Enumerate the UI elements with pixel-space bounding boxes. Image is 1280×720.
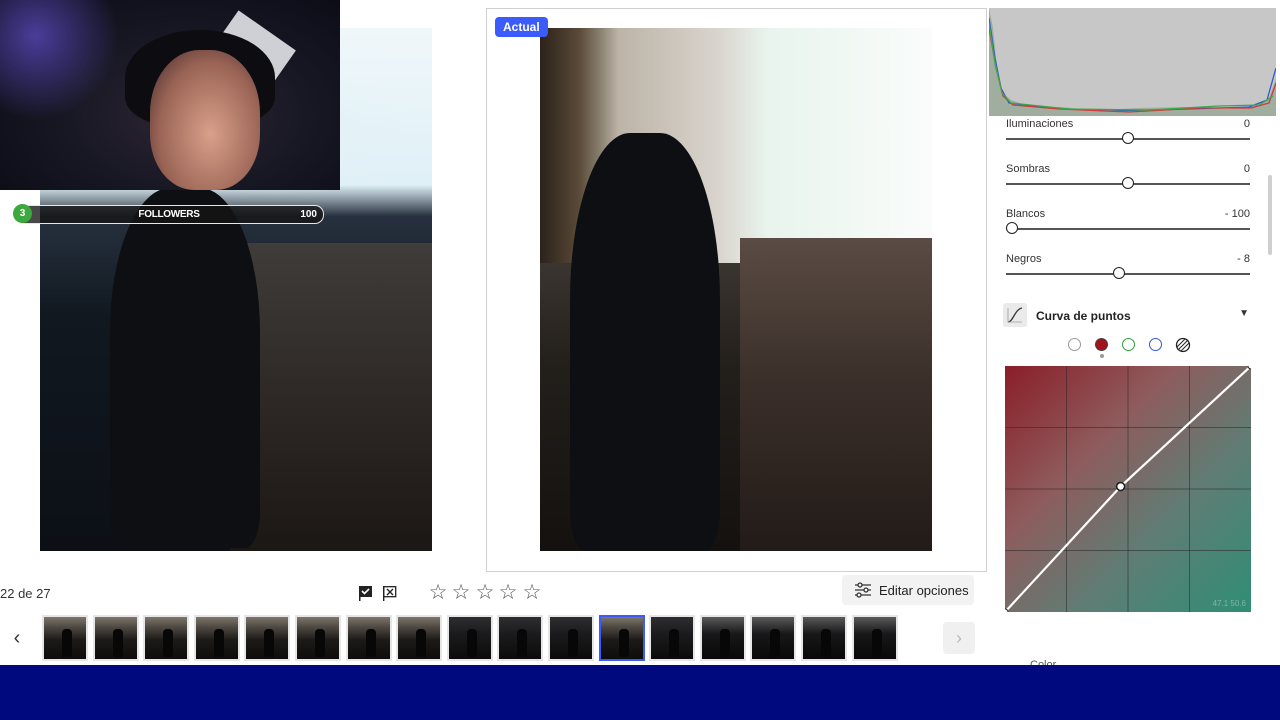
- chevron-left-icon[interactable]: ‹: [4, 624, 30, 652]
- tone-curve-graph[interactable]: 47.1 50.6: [1005, 366, 1251, 612]
- filmstrip-thumbnail[interactable]: [396, 615, 442, 661]
- slider-sombras: Sombras 0: [1006, 163, 1250, 197]
- curve-title: Curva de puntos: [1036, 309, 1131, 323]
- filmstrip-thumbnail[interactable]: [295, 615, 341, 661]
- thumbnail-figure: [315, 629, 325, 657]
- followers-label: FOLLOWERS: [138, 209, 200, 220]
- filmstrip-thumbnail[interactable]: [447, 615, 493, 661]
- slider-iluminaciones: Iluminaciones 0: [1006, 118, 1250, 152]
- thumbnail-figure: [669, 629, 679, 657]
- followers-goal: 100: [300, 209, 317, 220]
- thumbnail-figure: [821, 629, 831, 657]
- curve-readout: 47.1 50.6: [1212, 599, 1246, 608]
- filmstrip-thumbnail[interactable]: [93, 615, 139, 661]
- edit-options-label: Editar opciones: [879, 583, 969, 598]
- filmstrip-thumbnail[interactable]: [346, 615, 392, 661]
- thumbnail-figure: [872, 629, 882, 657]
- active-channel-indicator: [1100, 354, 1104, 358]
- slider-label: Blancos: [1006, 208, 1046, 220]
- curve-section-header[interactable]: Curva de puntos ▼: [1003, 303, 1255, 328]
- thumbnail-figure: [467, 629, 477, 657]
- rating-star-4[interactable]: ☆: [497, 582, 519, 604]
- rating-star-3[interactable]: ☆: [474, 582, 496, 604]
- after-photo: [540, 28, 932, 551]
- slider-value[interactable]: 0: [1244, 118, 1250, 130]
- thumbnail-figure: [163, 629, 173, 657]
- slider-value[interactable]: - 8: [1237, 253, 1250, 265]
- filmstrip-thumbnail[interactable]: [750, 615, 796, 661]
- filmstrip-thumbnail[interactable]: [548, 615, 594, 661]
- flag-check-icon[interactable]: [357, 584, 375, 602]
- slider-value[interactable]: - 100: [1225, 208, 1250, 220]
- filmstrip-thumbnail[interactable]: [194, 615, 240, 661]
- webcam-overlay: [0, 0, 340, 190]
- bottom-bar: [0, 665, 1280, 720]
- rating-star-2[interactable]: ☆: [450, 582, 472, 604]
- channel-red-button[interactable]: [1095, 338, 1108, 351]
- thumbnail-figure: [619, 629, 629, 657]
- slider-thumb[interactable]: [1113, 267, 1125, 279]
- person-silhouette: [110, 188, 260, 548]
- filmstrip-thumbnail[interactable]: [801, 615, 847, 661]
- wall-shape: [740, 238, 932, 551]
- thumbnail-figure: [517, 629, 527, 657]
- followers-goal-bar: 3 FOLLOWERS 100: [13, 204, 324, 224]
- thumbnail-figure: [264, 629, 274, 657]
- channel-blue-button[interactable]: [1149, 338, 1162, 351]
- filmstrip-thumbnail[interactable]: [700, 615, 746, 661]
- sliders-icon: [854, 582, 872, 598]
- slider-track[interactable]: [1006, 273, 1250, 275]
- current-badge: Actual: [495, 17, 548, 37]
- slider-label: Sombras: [1006, 163, 1051, 175]
- edit-options-button[interactable]: Editar opciones: [842, 575, 974, 605]
- filmstrip-thumbnail[interactable]: [852, 615, 898, 661]
- slider-thumb[interactable]: [1006, 222, 1018, 234]
- chevron-down-icon[interactable]: ▼: [1239, 308, 1249, 319]
- thumbnail-figure: [720, 629, 730, 657]
- slider-negros: Negros - 8: [1006, 253, 1250, 287]
- filmstrip-thumbnail[interactable]: [497, 615, 543, 661]
- filmstrip-thumbnail[interactable]: [42, 615, 88, 661]
- curve-point[interactable]: [1115, 481, 1126, 492]
- thumbnail-figure: [113, 629, 123, 657]
- rating-star-1[interactable]: ☆: [427, 582, 449, 604]
- slider-label: Iluminaciones: [1006, 118, 1074, 130]
- rating-star-5[interactable]: ☆: [521, 582, 543, 604]
- slider-thumb[interactable]: [1122, 177, 1134, 189]
- thumbnail-figure: [214, 629, 224, 657]
- thumbnail-figure: [770, 629, 780, 657]
- thumbnail-figure: [568, 629, 578, 657]
- panel-scrollbar[interactable]: [1268, 175, 1272, 255]
- channel-green-button[interactable]: [1122, 338, 1135, 351]
- chevron-right-icon[interactable]: ›: [943, 622, 975, 654]
- filmstrip-thumbnail[interactable]: [599, 615, 645, 661]
- slider-value[interactable]: 0: [1244, 163, 1250, 175]
- filmstrip-thumbnail[interactable]: [143, 615, 189, 661]
- filmstrip-thumbnail[interactable]: [244, 615, 290, 661]
- parametric-curve-icon[interactable]: [1175, 337, 1191, 353]
- slider-blancos: Blancos - 100: [1006, 208, 1250, 242]
- histogram: [989, 8, 1276, 116]
- thumbnail-figure: [62, 629, 72, 657]
- wall-shape: [230, 243, 432, 551]
- channel-rgb-button[interactable]: [1068, 338, 1081, 351]
- thumbnail-figure: [416, 629, 426, 657]
- slider-label: Negros: [1006, 253, 1042, 265]
- photo-counter: 22 de 27: [0, 586, 51, 601]
- slider-thumb[interactable]: [1122, 132, 1134, 144]
- curve-icon: [1003, 303, 1027, 327]
- filmstrip-thumbnail[interactable]: [649, 615, 695, 661]
- person-silhouette: [570, 133, 720, 551]
- flag-x-icon[interactable]: [381, 584, 399, 602]
- slider-track[interactable]: [1006, 228, 1250, 230]
- thumbnail-figure: [366, 629, 376, 657]
